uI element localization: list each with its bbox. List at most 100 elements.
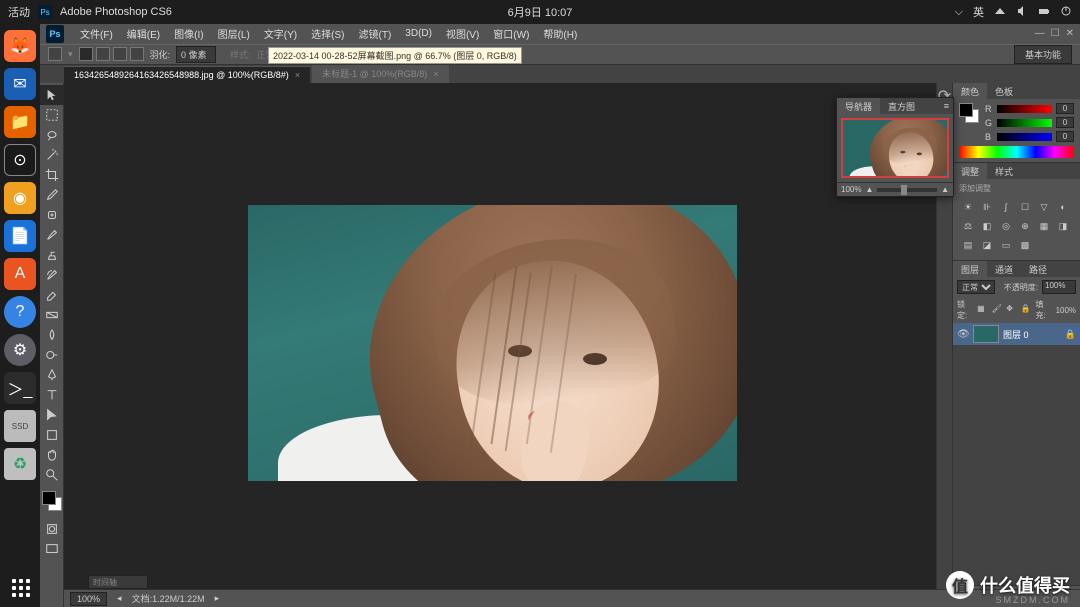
styles-tab[interactable]: 样式 (987, 163, 1021, 179)
menu-window[interactable]: 窗口(W) (487, 24, 535, 43)
menu-filter[interactable]: 滤镜(T) (353, 24, 398, 43)
input-method-indicator[interactable]: 英 (973, 4, 984, 20)
healing-brush-tool[interactable] (40, 205, 64, 225)
lock-pixels-icon[interactable]: 🖌 (992, 304, 1003, 316)
eraser-tool[interactable] (40, 285, 64, 305)
foreground-color[interactable] (42, 491, 56, 505)
eyedropper-tool[interactable] (40, 185, 64, 205)
swatches-tab[interactable]: 色板 (987, 83, 1021, 99)
sel-new-icon[interactable] (79, 47, 93, 61)
color-spectrum[interactable] (959, 146, 1074, 158)
invert-icon[interactable]: ◨ (1056, 219, 1070, 233)
brush-tool[interactable] (40, 225, 64, 245)
history-brush-tool[interactable] (40, 265, 64, 285)
dock-help[interactable]: ? (4, 296, 36, 328)
posterize-icon[interactable]: ▤ (961, 238, 975, 252)
marquee-tool[interactable] (40, 105, 64, 125)
lasso-tool[interactable] (40, 125, 64, 145)
layers-tab[interactable]: 图层 (953, 261, 987, 277)
opacity-input[interactable]: 100% (1042, 280, 1076, 294)
canvas-image[interactable] (248, 205, 737, 481)
exposure-icon[interactable]: ☐ (1018, 200, 1032, 214)
layer-visibility-icon[interactable]: 👁 (957, 329, 969, 340)
menu-edit[interactable]: 编辑(E) (121, 24, 166, 43)
pen-tool[interactable] (40, 365, 64, 385)
b-value[interactable]: 0 (1056, 131, 1074, 142)
adjustments-tab[interactable]: 调整 (953, 163, 987, 179)
g-value[interactable]: 0 (1056, 117, 1074, 128)
zoom-out-icon[interactable]: ▲ (865, 185, 873, 194)
show-applications-button[interactable] (12, 579, 30, 597)
lock-position-icon[interactable]: ✥ (1006, 304, 1017, 316)
layer-row[interactable]: 👁 图层 0 🔒 (953, 323, 1080, 345)
datetime[interactable]: 6月9日 10:07 (508, 4, 573, 20)
dock-firefox[interactable]: 🦊 (4, 30, 36, 62)
menu-select[interactable]: 选择(S) (305, 24, 350, 43)
window-close-icon[interactable]: ✕ (1066, 28, 1074, 39)
zoom-tool[interactable] (40, 465, 64, 485)
type-tool[interactable] (40, 385, 64, 405)
layer-thumbnail[interactable] (973, 325, 999, 343)
battery-icon[interactable] (1038, 5, 1050, 20)
status-zoom-input[interactable]: 100% (70, 592, 107, 606)
channels-tab[interactable]: 通道 (987, 261, 1021, 277)
brightness-icon[interactable]: ☀ (961, 200, 975, 214)
navigator-tab[interactable]: 导航器 (837, 98, 880, 115)
dock-files[interactable]: 📁 (4, 106, 36, 138)
gradient-tool[interactable] (40, 305, 64, 325)
navigator-thumbnail[interactable] (841, 118, 949, 178)
lock-transparent-icon[interactable]: ▦ (977, 304, 988, 316)
activities-button[interactable]: 活动 (8, 4, 30, 20)
blur-tool[interactable] (40, 325, 64, 345)
feather-input[interactable]: 0 像素 (176, 46, 216, 63)
color-tab[interactable]: 颜色 (953, 83, 987, 99)
dock-thunderbird[interactable]: ✉ (4, 68, 36, 100)
hand-tool[interactable] (40, 445, 64, 465)
paths-tab[interactable]: 路径 (1021, 261, 1055, 277)
navigator-zoom-value[interactable]: 100% (841, 185, 861, 194)
dock-rhythmbox[interactable]: ⊙ (4, 144, 36, 176)
move-tool[interactable] (40, 85, 64, 105)
bw-icon[interactable]: ◧ (980, 219, 994, 233)
layers-empty-area[interactable] (953, 345, 1080, 585)
b-slider[interactable] (997, 133, 1052, 141)
clone-stamp-tool[interactable] (40, 245, 64, 265)
vibrance-icon[interactable]: ▽ (1037, 200, 1051, 214)
sel-subtract-icon[interactable] (113, 47, 127, 61)
menu-3d[interactable]: 3D(D) (399, 26, 438, 41)
navigator-zoom-slider[interactable] (877, 188, 937, 192)
timeline-panel-collapsed[interactable]: 时间轴 (88, 575, 148, 589)
shape-tool[interactable] (40, 425, 64, 445)
workspace-switcher[interactable]: 基本功能 (1014, 45, 1072, 64)
menu-view[interactable]: 视图(V) (440, 24, 485, 43)
colorlookup-icon[interactable]: ▦ (1037, 219, 1051, 233)
sel-add-icon[interactable] (96, 47, 110, 61)
panel-menu-icon[interactable]: ≡ (940, 101, 953, 111)
color-panel-swatches[interactable] (959, 103, 981, 125)
quickmask-toggle[interactable] (40, 519, 64, 539)
dock-terminal[interactable]: ＞_ (4, 372, 36, 404)
document-tab-active[interactable]: 163426548926416342654898​8.jpg @ 100%(RG… (64, 66, 310, 83)
status-dropdown-icon[interactable]: ▸ (215, 593, 220, 604)
hue-icon[interactable]: ◐ (1056, 200, 1070, 214)
layer-name[interactable]: 图层 0 (1003, 328, 1029, 341)
tab-close-icon[interactable]: × (433, 69, 438, 79)
photofilter-icon[interactable]: ◎ (999, 219, 1013, 233)
colorbalance-icon[interactable]: ⚖ (961, 219, 975, 233)
r-value[interactable]: 0 (1056, 103, 1074, 114)
zoom-in-icon[interactable]: ▲ (941, 185, 949, 194)
dock-disk[interactable]: SSD (4, 410, 36, 442)
gradientmap-icon[interactable]: ▭ (999, 238, 1013, 252)
sel-intersect-icon[interactable] (130, 47, 144, 61)
selectivecolor-icon[interactable]: ▩ (1018, 238, 1032, 252)
threshold-icon[interactable]: ◪ (980, 238, 994, 252)
document-tab-inactive[interactable]: 未标题-1 @ 100%(RGB/8) × (312, 63, 448, 83)
fill-input[interactable]: 100% (1056, 306, 1076, 315)
dock-software[interactable]: A (4, 258, 36, 290)
screenmode-toggle[interactable] (40, 539, 64, 559)
dodge-tool[interactable] (40, 345, 64, 365)
menu-file[interactable]: 文件(F) (74, 24, 119, 43)
dock-mediaplayer[interactable]: ◉ (4, 182, 36, 214)
curves-icon[interactable]: ∫ (999, 200, 1013, 214)
levels-icon[interactable]: ⊪ (980, 200, 994, 214)
